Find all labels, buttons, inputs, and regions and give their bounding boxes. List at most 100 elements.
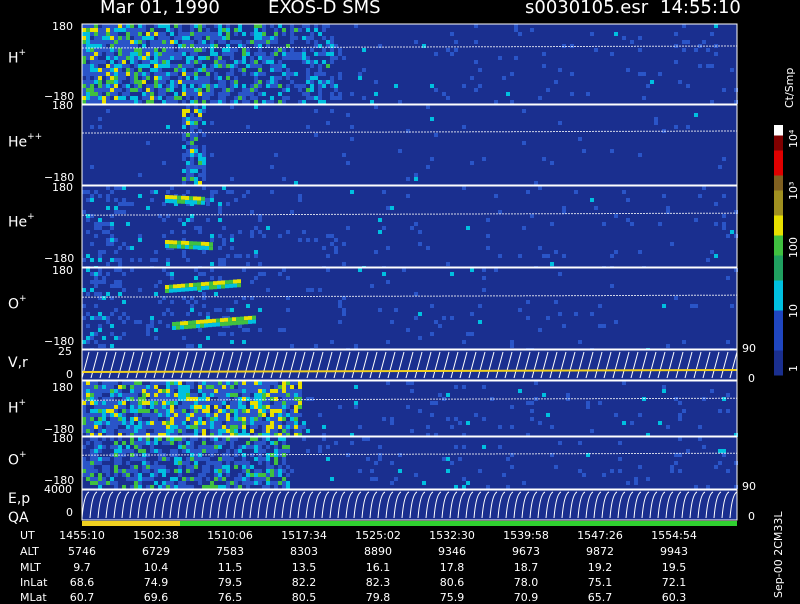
heatmap-cell [278, 469, 282, 473]
heatmap-cell [254, 250, 258, 254]
heatmap-cell [166, 36, 170, 40]
heatmap-cell [186, 48, 190, 52]
heatmap-cell [106, 52, 110, 56]
heatmap-cell [198, 405, 202, 409]
heatmap-cell [258, 24, 262, 28]
heatmap-cell [290, 32, 294, 36]
heatmap-cell [86, 340, 90, 344]
heatmap-cell [154, 84, 158, 88]
heatmap-cell [258, 230, 262, 234]
heatmap-cell [190, 177, 194, 181]
table-cell: 18.7 [513, 561, 539, 574]
heatmap-cell [270, 413, 274, 417]
heatmap-cell [306, 429, 310, 433]
heatmap-cell [162, 457, 166, 461]
heatmap-cell [182, 429, 186, 433]
heatmap-cell [150, 320, 154, 324]
heatmap-cell [126, 469, 130, 473]
heatmap-cell [94, 36, 98, 40]
heatmap-cell [242, 52, 246, 56]
heatmap-cell [246, 417, 250, 421]
heatmap-cell [330, 48, 334, 52]
heatmap-cell [194, 121, 198, 125]
heatmap-cell [238, 405, 242, 409]
heatmap-cell [282, 28, 286, 32]
heatmap-cell [250, 425, 254, 429]
heatmap-cell [546, 88, 550, 92]
heatmap-cell [234, 100, 238, 104]
heatmap-cell [362, 48, 366, 52]
heatmap-cell [130, 385, 134, 389]
heatmap-cell [246, 421, 250, 425]
heatmap-cell [286, 473, 290, 477]
heatmap-cell [98, 88, 102, 92]
heatmap-cell [106, 80, 110, 84]
heatmap-cell [94, 40, 98, 44]
heatmap-cell [194, 72, 198, 76]
heatmap-cell [106, 405, 110, 409]
colorbar-unit: Ct/Smp [783, 67, 796, 108]
heatmap-cell [98, 52, 102, 56]
heatmap-cell [242, 461, 246, 465]
heatmap-cell [298, 198, 302, 202]
heatmap-cell [254, 88, 258, 92]
heatmap-cell [586, 92, 590, 96]
heatmap-cell [222, 28, 226, 32]
heatmap-cell [202, 24, 206, 28]
heatmap-cell [138, 477, 142, 481]
heatmap-cell [82, 32, 86, 36]
heatmap-cell [330, 56, 334, 60]
colorbar-segment [774, 145, 783, 151]
heatmap-cell [86, 76, 90, 80]
heatmap-cell [86, 48, 90, 52]
heatmap-cell [222, 226, 226, 230]
heatmap-cell [170, 485, 174, 489]
heatmap-cell [162, 36, 166, 40]
heatmap-cell [326, 121, 330, 125]
heatmap-cell [206, 417, 210, 421]
heatmap-cell [202, 429, 206, 433]
heatmap-cell [138, 48, 142, 52]
heatmap-cell [546, 316, 550, 320]
heatmap-cell [186, 417, 190, 421]
heatmap-cell [114, 473, 118, 477]
heatmap-cell [218, 461, 222, 465]
heatmap-cell [358, 76, 362, 80]
heatmap-cell [462, 385, 466, 389]
heatmap-cell [218, 397, 222, 401]
heatmap-cell [326, 234, 330, 238]
beam-cell [233, 279, 237, 284]
heatmap-cell [234, 80, 238, 84]
heatmap-cell [142, 48, 146, 52]
table-cell: 17.8 [439, 561, 465, 574]
heatmap-cell [246, 385, 250, 389]
heatmap-cell [114, 68, 118, 72]
heatmap-cell [142, 409, 146, 413]
heatmap-cell [82, 425, 86, 429]
heatmap-cell [86, 56, 90, 60]
heatmap-cell [210, 194, 214, 198]
table-cell: 11.5 [217, 561, 243, 574]
heatmap-cell [90, 413, 94, 417]
heatmap-cell [186, 40, 190, 44]
heatmap-cell [306, 88, 310, 92]
heatmap-cell [118, 316, 122, 320]
heatmap-cell [218, 210, 222, 214]
heatmap-cell [94, 190, 98, 194]
heatmap-cell [274, 397, 278, 401]
heatmap-cell [626, 198, 630, 202]
heatmap-cell [106, 262, 110, 266]
heatmap-cell [254, 425, 258, 429]
heatmap-cell [146, 332, 150, 336]
heatmap-cell [310, 96, 314, 100]
heatmap-cell [102, 385, 106, 389]
heatmap-cell [466, 332, 470, 336]
beam-cell [221, 280, 225, 285]
heatmap-cell [298, 429, 302, 433]
heatmap-cell [98, 393, 102, 397]
heatmap-cell [210, 421, 214, 425]
heatmap-cell [270, 80, 274, 84]
heatmap-cell [182, 437, 186, 441]
heatmap-cell [266, 429, 270, 433]
heatmap-cell [450, 461, 454, 465]
